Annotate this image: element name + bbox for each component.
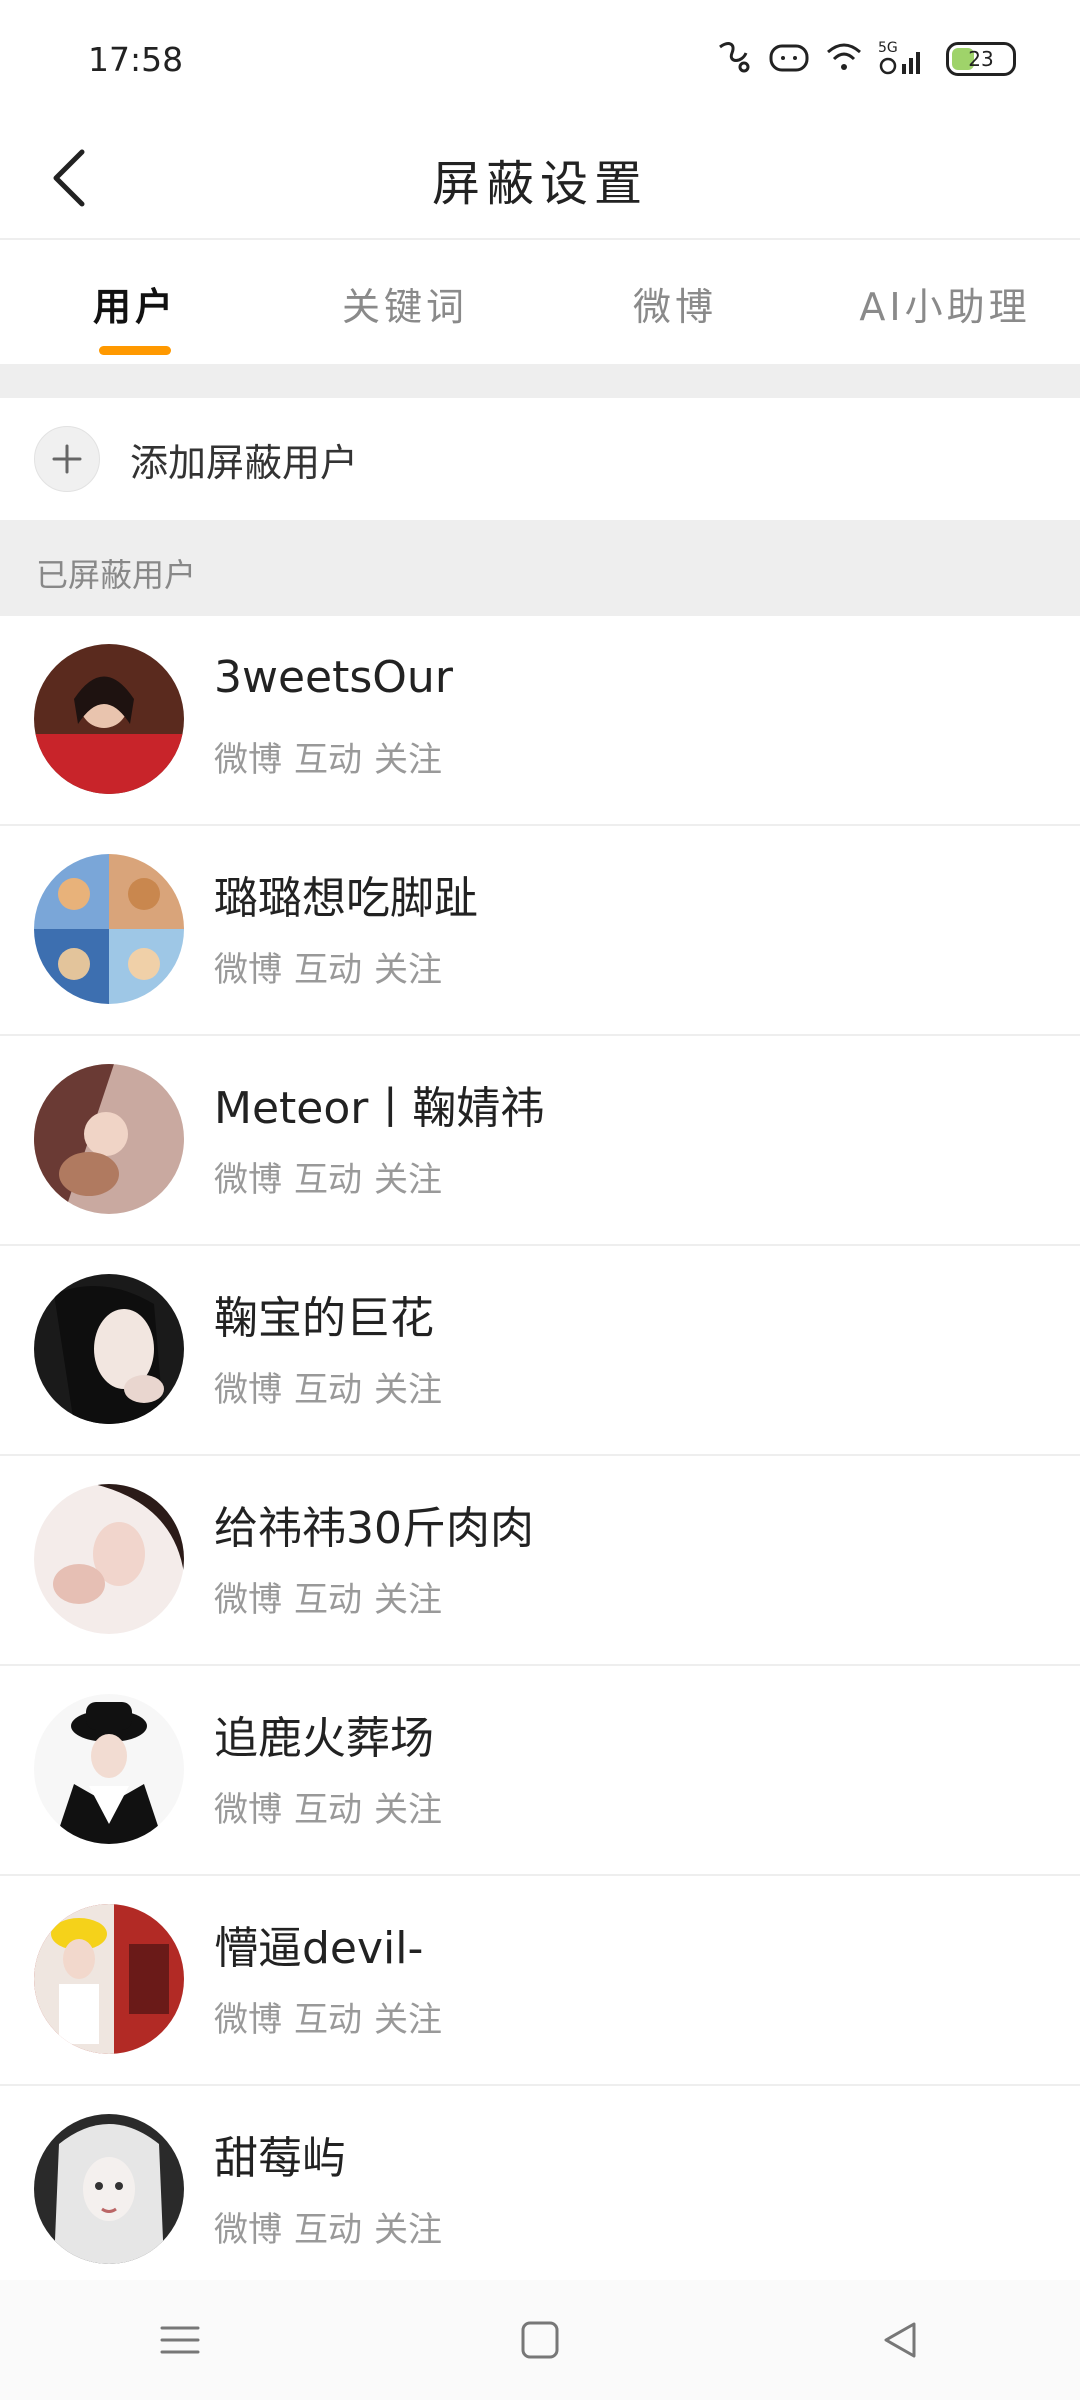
user-name: 懵逼devil- [214,1923,424,1974]
system-nav-bar [0,2280,1080,2400]
home-button[interactable] [480,2290,600,2390]
blocked-user-row[interactable]: 3weetsOur 微博 互动 关注 [0,616,1080,826]
tag-interaction[interactable]: 互动 [294,1362,362,1411]
tag-interaction[interactable]: 互动 [294,1992,362,2041]
status-bar: 17:58 5G 23 [0,0,1080,120]
tab-label: 微博 [632,285,717,329]
page-title: 屏蔽设置 [431,156,648,212]
section-header: 已屏蔽用户 [0,520,1080,616]
tag-follow[interactable]: 关注 [374,1782,442,1831]
menu-icon [160,2326,200,2354]
tag-follow[interactable]: 关注 [374,732,442,781]
tag-follow[interactable]: 关注 [374,1152,442,1201]
blocked-user-row[interactable]: 璐璐想吃脚趾 微博 互动 关注 [0,826,1080,1036]
blocked-user-list: 3weetsOur 微博 互动 关注 璐璐想吃脚趾 微博 互动 关注 Meteo… [0,616,1080,2294]
tag-weibo[interactable]: 微博 [214,1992,282,2041]
user-tags: 微博 互动 关注 [214,2202,442,2251]
plus-icon [34,426,100,492]
blocked-user-row[interactable]: 甜莓屿 微博 互动 关注 [0,2086,1080,2294]
signal-icon: 5G [878,38,932,80]
tag-weibo[interactable]: 微博 [214,1152,282,1201]
section-label: 已屏蔽用户 [36,556,197,594]
avatar[interactable] [34,1274,184,1424]
tab-weibo[interactable]: 微博 [540,240,810,364]
tag-follow[interactable]: 关注 [374,1992,442,2041]
tag-weibo[interactable]: 微博 [214,942,282,991]
tag-weibo[interactable]: 微博 [214,732,282,781]
tag-interaction[interactable]: 互动 [294,732,362,781]
user-name: 甜莓屿 [214,2133,346,2184]
tab-keywords[interactable]: 关键词 [270,240,540,364]
wifi-icon [824,40,864,78]
tag-interaction[interactable]: 互动 [294,2202,362,2251]
user-tags: 微博 互动 关注 [214,1152,442,1201]
tag-weibo[interactable]: 微博 [214,1362,282,1411]
tag-follow[interactable]: 关注 [374,942,442,991]
avatar[interactable] [34,1694,184,1844]
tag-follow[interactable]: 关注 [374,1572,442,1621]
avatar[interactable] [34,1064,184,1214]
blocked-user-row[interactable]: 追鹿火葬场 微博 互动 关注 [0,1666,1080,1876]
user-tags: 微博 互动 关注 [214,732,442,781]
app-notification-icon [714,39,754,79]
user-tags: 微博 互动 关注 [214,942,442,991]
menu-button[interactable] [120,2290,240,2390]
blocked-user-row[interactable]: Meteor丨鞠婧祎 微博 互动 关注 [0,1036,1080,1246]
header: 屏蔽设置 [0,120,1080,240]
home-square-icon [521,2321,559,2359]
user-tags: 微博 互动 关注 [214,1572,442,1621]
tag-interaction[interactable]: 互动 [294,942,362,991]
system-back-button[interactable] [840,2290,960,2390]
tag-follow[interactable]: 关注 [374,1362,442,1411]
avatar[interactable] [34,854,184,1004]
user-name: 给祎祎30斤肉肉 [214,1503,534,1554]
tag-weibo[interactable]: 微博 [214,1572,282,1621]
status-icons: 5G 23 [714,38,1016,80]
status-time: 17:58 [88,40,184,79]
tab-active-indicator [99,346,171,355]
blocked-user-row[interactable]: 给祎祎30斤肉肉 微博 互动 关注 [0,1456,1080,1666]
tag-follow[interactable]: 关注 [374,2202,442,2251]
tag-interaction[interactable]: 互动 [294,1572,362,1621]
avatar[interactable] [34,644,184,794]
user-name: Meteor丨鞠婧祎 [214,1083,545,1134]
cat-notification-icon [768,40,810,78]
user-tags: 微博 互动 关注 [214,1362,442,1411]
tab-label: 用户 [92,285,177,329]
tab-label: AI小助理 [859,285,1031,329]
network-label: 5G [878,40,898,56]
user-name: 璐璐想吃脚趾 [214,873,478,924]
user-tags: 微博 互动 关注 [214,1782,442,1831]
user-name: 追鹿火葬场 [214,1713,434,1764]
user-name: 鞠宝的巨花 [214,1293,434,1344]
user-name: 3weetsOur [214,652,453,703]
tag-interaction[interactable]: 互动 [294,1152,362,1201]
avatar[interactable] [34,1904,184,2054]
tag-interaction[interactable]: 互动 [294,1782,362,1831]
tab-users[interactable]: 用户 [0,240,270,364]
tag-weibo[interactable]: 微博 [214,2202,282,2251]
add-blocked-user-button[interactable]: 添加屏蔽用户 [0,398,1080,520]
divider-band [0,364,1080,398]
tab-bar: 用户 关键词 微博 AI小助理 [0,240,1080,364]
avatar[interactable] [34,1484,184,1634]
user-tags: 微博 互动 关注 [214,1992,442,2041]
back-triangle-icon [884,2322,916,2358]
add-blocked-user-label: 添加屏蔽用户 [130,440,359,485]
avatar[interactable] [34,2114,184,2264]
battery-icon: 23 [946,42,1016,76]
tab-ai-assistant[interactable]: AI小助理 [810,240,1080,364]
battery-level: 23 [968,47,994,71]
blocked-user-row[interactable]: 懵逼devil- 微博 互动 关注 [0,1876,1080,2086]
tab-label: 关键词 [341,285,468,329]
tag-weibo[interactable]: 微博 [214,1782,282,1831]
blocked-user-row[interactable]: 鞠宝的巨花 微博 互动 关注 [0,1246,1080,1456]
